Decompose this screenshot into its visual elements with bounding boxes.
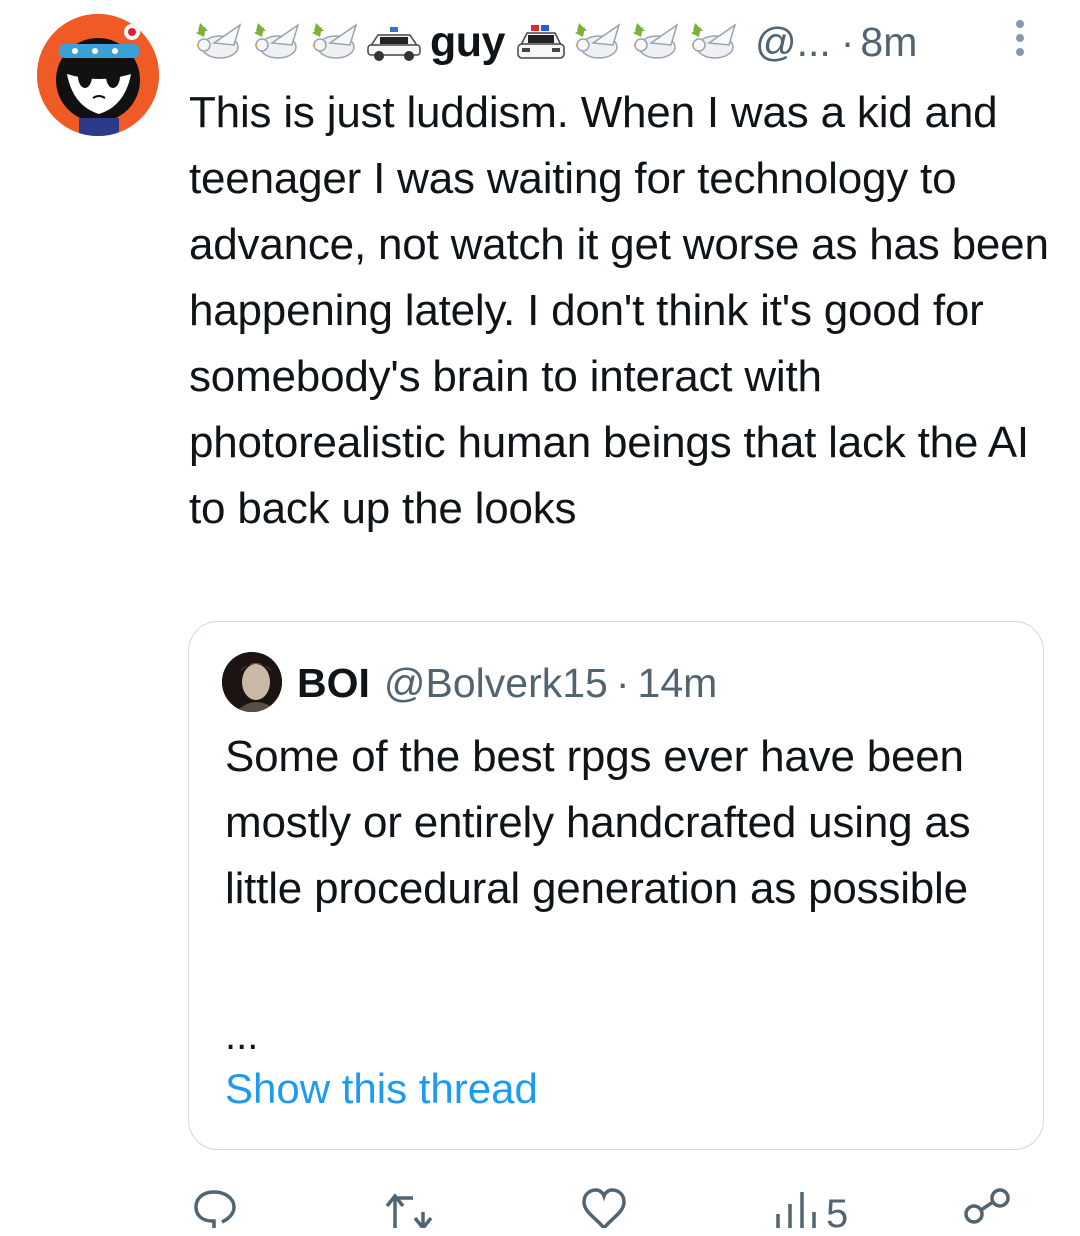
author-handle[interactable]: @... [755, 19, 831, 66]
more-options-icon[interactable] [1013, 18, 1027, 58]
dove-icon [627, 19, 685, 65]
quote-author-avatar [222, 652, 282, 712]
reply-icon[interactable] [192, 1188, 238, 1228]
share-icon[interactable] [962, 1188, 1012, 1228]
tweet-text: This is just luddism. When I was a kid a… [189, 88, 1049, 533]
dove-icon [306, 19, 364, 65]
name-emojis-before [190, 19, 424, 65]
quote-ellipsis: ... [225, 1014, 259, 1058]
retweet-icon[interactable] [383, 1188, 435, 1228]
show-thread-link[interactable]: Show this thread [225, 1065, 538, 1113]
name-emojis-after [513, 19, 743, 65]
quote-author-handle[interactable]: @Bolverk15 [384, 660, 608, 707]
like-icon[interactable] [580, 1188, 628, 1228]
dove-icon [569, 19, 627, 65]
quote-text: Some of the best rpgs ever have been mos… [225, 732, 971, 913]
tweet-header: guy @... · 8m [190, 12, 1035, 72]
header-separator: · [840, 18, 855, 65]
quote-time[interactable]: 14m [638, 660, 718, 707]
quote-separator: · [615, 659, 630, 706]
police-car-icon [364, 19, 424, 65]
dove-icon [685, 19, 743, 65]
quote-author-name[interactable]: BOI [297, 660, 370, 707]
author-name[interactable]: guy [430, 18, 505, 67]
quote-header: BOI @Bolverk15 · 14m [297, 655, 717, 711]
dove-icon [190, 19, 248, 65]
tweet-time[interactable]: 8m [860, 19, 917, 66]
action-bar: 5 [0, 1180, 1080, 1234]
views-icon[interactable] [774, 1188, 820, 1228]
police-car-front-icon [513, 19, 569, 65]
views-count: 5 [826, 1192, 849, 1236]
dove-icon [248, 19, 306, 65]
quoted-tweet[interactable]: BOI @Bolverk15 · 14m Some of the best rp… [188, 621, 1044, 1150]
author-avatar[interactable] [37, 14, 159, 136]
